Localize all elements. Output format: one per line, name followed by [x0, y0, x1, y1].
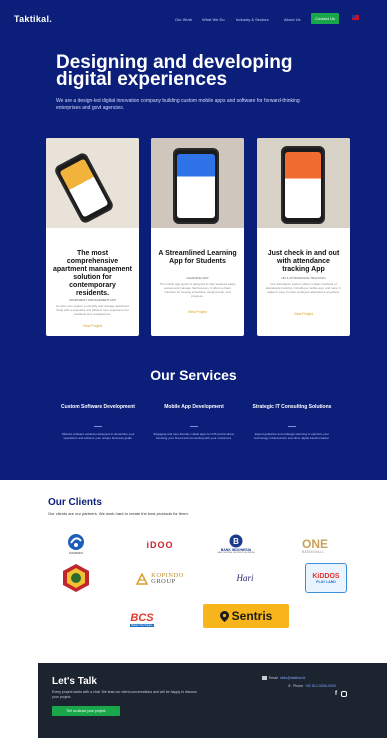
service-divider — [94, 426, 102, 427]
lets-talk-title: Let's Talk — [52, 676, 97, 687]
project-card-learning[interactable]: A Streamlined Learning App for Students … — [151, 138, 244, 336]
facebook-icon[interactable]: f — [335, 691, 337, 697]
service-text-mobile-app: Engaging and user-friendly mobile apps f… — [153, 432, 235, 440]
client-logo-kiddos: KiDDOS PLAY LAND — [305, 563, 347, 593]
client-logo-hari: Hari — [236, 573, 254, 583]
service-title-mobile-app: Mobile App Development — [164, 404, 224, 410]
project-card-apartment[interactable]: The most comprehensive apartment managem… — [46, 138, 139, 336]
card-title: Just check in and out with attendance tr… — [267, 250, 340, 273]
project-image — [151, 138, 244, 228]
phone-mockup-icon — [281, 146, 325, 224]
nav-link-our-work[interactable]: Our Work — [175, 17, 192, 22]
card-description: The mobile app layout is designed to hel… — [159, 282, 236, 298]
language-flag-icon[interactable] — [352, 15, 359, 20]
tell-us-project-button[interactable]: Tell us about your project — [52, 706, 120, 716]
service-title-custom-software: Custom Software Development — [61, 404, 135, 410]
view-project-link[interactable]: View Project — [159, 310, 236, 314]
hero-title: Designing and developing digital experie… — [56, 52, 293, 90]
client-logo-bank-indonesia: B BANK INDONESIA BANK SENTRAL REPUBLIK I… — [204, 530, 268, 558]
phone-icon: ✆ — [288, 684, 291, 688]
client-logo-kominfo: KOMINFO — [58, 530, 94, 558]
bank-indonesia-emblem-icon: B — [229, 534, 243, 548]
client-logo-one-batam-mall: ONE BATAM MALL — [302, 536, 329, 554]
card-description: Our attendance system offers multiple me… — [265, 282, 342, 294]
project-card-attendance[interactable]: Just check in and out with attendance tr… — [257, 138, 350, 336]
footer-phone[interactable]: ✆ Phone +62 812-0000-0000 — [288, 684, 336, 688]
nav-contact-button[interactable]: Contact Us — [311, 13, 339, 24]
card-title: The most comprehensive apartment managem… — [53, 250, 132, 297]
view-project-link[interactable]: View Project — [265, 312, 342, 316]
services-title: Our Services — [150, 367, 237, 383]
kominfo-emblem-icon — [68, 534, 84, 550]
svg-text:B: B — [233, 537, 239, 546]
card-category: APARTMENT MANAGEMENT APP — [68, 298, 117, 302]
project-image — [46, 138, 139, 228]
footer — [38, 663, 387, 738]
card-description: An all-in-one system to simplify and man… — [55, 304, 130, 316]
hero-subtitle: We are a design-led digital innovation c… — [56, 98, 300, 111]
client-logo-kopindo: KOPINDO GROUP — [125, 572, 195, 586]
lets-talk-text: Every project starts with a chat. We lea… — [52, 690, 197, 699]
service-title-it-consulting: Strategic IT Consulting Solutions — [252, 404, 332, 410]
client-logo-emblem — [60, 562, 92, 594]
clients-title: Our Clients — [48, 497, 102, 508]
nav-link-what-we-do[interactable]: What We Do — [202, 17, 225, 22]
map-pin-icon — [219, 610, 229, 622]
site-logo[interactable]: Taktikal. — [14, 14, 52, 24]
project-image — [257, 138, 350, 228]
client-logo-bcs: BCS Batam City Square — [129, 611, 155, 627]
phone-mockup-icon — [53, 151, 115, 225]
service-divider — [288, 426, 296, 427]
card-category: HR & ATTENDANCE TRACKING — [281, 276, 326, 280]
mail-icon — [262, 676, 267, 680]
regional-emblem-icon — [63, 564, 89, 592]
nav-link-industry[interactable]: Industry & Sectors — [236, 17, 269, 22]
clients-subtitle: Our clients are our partners. We work ha… — [48, 511, 189, 516]
service-text-custom-software: Tailored software solutions designed to … — [61, 432, 135, 440]
service-text-it-consulting: Expert guidance and strategic planning t… — [254, 432, 330, 440]
phone-mockup-icon — [173, 148, 219, 224]
client-logo-sentris: Sentris — [203, 604, 289, 628]
kopindo-mark-icon — [136, 573, 149, 585]
nav-link-about[interactable]: About Us — [284, 17, 300, 22]
social-links: f — [335, 691, 347, 697]
footer-email[interactable]: Email hello@taktikal.id — [262, 676, 305, 680]
view-project-link[interactable]: View Project — [54, 324, 131, 328]
card-title: A Streamlined Learning App for Students — [158, 250, 237, 265]
instagram-icon[interactable] — [341, 691, 347, 697]
card-category: LEARNING APP — [186, 276, 209, 280]
service-divider — [190, 426, 198, 427]
client-logo-idoo: iDOO — [146, 540, 174, 550]
